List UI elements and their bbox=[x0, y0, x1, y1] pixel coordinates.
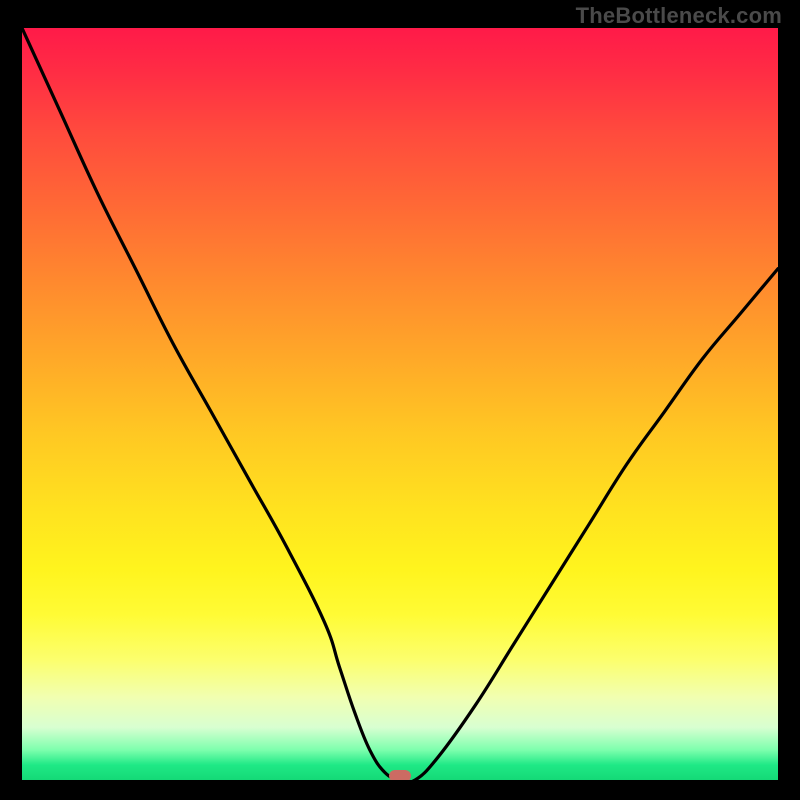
bottleneck-curve bbox=[22, 28, 778, 780]
chart-frame: TheBottleneck.com bbox=[0, 0, 800, 800]
watermark-text: TheBottleneck.com bbox=[576, 3, 782, 29]
minimum-marker bbox=[389, 770, 411, 780]
plot-area bbox=[22, 28, 778, 780]
